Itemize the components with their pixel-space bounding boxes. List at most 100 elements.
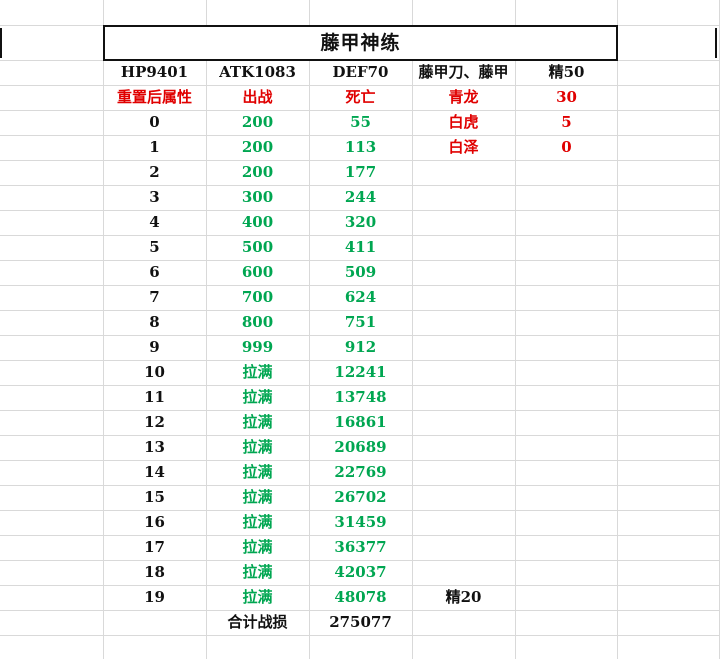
grid-line [0, 635, 720, 636]
battle-cell[interactable]: 拉满 [206, 485, 309, 510]
battle-cell[interactable]: 600 [206, 260, 309, 285]
death-cell[interactable]: 20689 [309, 435, 412, 460]
level-cell[interactable]: 3 [103, 185, 206, 210]
level-cell[interactable]: 11 [103, 385, 206, 410]
level-cell[interactable]: 6 [103, 260, 206, 285]
level-cell[interactable]: 10 [103, 360, 206, 385]
side-value-cell[interactable]: 0 [515, 135, 618, 160]
table-row: 17 拉满 36377 [0, 535, 720, 560]
total-value[interactable]: 275077 [309, 610, 412, 635]
table-row: 13 拉满 20689 [0, 435, 720, 460]
battle-cell[interactable]: 500 [206, 235, 309, 260]
level-cell[interactable]: 4 [103, 210, 206, 235]
level-cell[interactable]: 12 [103, 410, 206, 435]
battle-cell[interactable]: 拉满 [206, 460, 309, 485]
table-row: 16 拉满 31459 [0, 510, 720, 535]
death-cell[interactable]: 411 [309, 235, 412, 260]
table-row: 8 800 751 [0, 310, 720, 335]
death-cell[interactable]: 36377 [309, 535, 412, 560]
death-cell[interactable]: 751 [309, 310, 412, 335]
death-header[interactable]: 死亡 [309, 85, 412, 110]
total-row: 合计战损 275077 [0, 610, 720, 635]
battle-cell[interactable]: 拉满 [206, 535, 309, 560]
hp-cell[interactable]: HP9401 [103, 60, 206, 85]
total-label[interactable]: 合计战损 [206, 610, 309, 635]
level-cell[interactable]: 1 [103, 135, 206, 160]
battle-header[interactable]: 出战 [206, 85, 309, 110]
death-cell[interactable]: 244 [309, 185, 412, 210]
side-value-cell[interactable]: 5 [515, 110, 618, 135]
death-cell[interactable]: 12241 [309, 360, 412, 385]
level-cell[interactable]: 9 [103, 335, 206, 360]
death-cell[interactable]: 113 [309, 135, 412, 160]
table-row: 6 600 509 [0, 260, 720, 285]
level-cell[interactable]: 8 [103, 310, 206, 335]
jing-cell[interactable]: 精50 [515, 60, 618, 85]
battle-cell[interactable]: 拉满 [206, 410, 309, 435]
table-row: 3 300 244 [0, 185, 720, 210]
death-cell[interactable]: 320 [309, 210, 412, 235]
death-cell[interactable]: 177 [309, 160, 412, 185]
table-row: 1 200 113 白泽 0 [0, 135, 720, 160]
side-name-cell[interactable]: 青龙 [412, 85, 515, 110]
table-row: 12 拉满 16861 [0, 410, 720, 435]
death-cell[interactable]: 55 [309, 110, 412, 135]
battle-cell[interactable]: 200 [206, 135, 309, 160]
side-name-cell[interactable]: 白泽 [412, 135, 515, 160]
def-cell[interactable]: DEF70 [309, 60, 412, 85]
level-cell[interactable]: 16 [103, 510, 206, 535]
battle-cell[interactable]: 拉满 [206, 585, 309, 610]
table-row: 0 200 55 白虎 5 [0, 110, 720, 135]
death-cell[interactable]: 16861 [309, 410, 412, 435]
battle-cell[interactable]: 200 [206, 110, 309, 135]
border-edge [715, 28, 717, 58]
battle-cell[interactable]: 800 [206, 310, 309, 335]
battle-cell[interactable]: 拉满 [206, 510, 309, 535]
level-cell[interactable]: 14 [103, 460, 206, 485]
level-cell[interactable]: 15 [103, 485, 206, 510]
table-row: 11 拉满 13748 [0, 385, 720, 410]
death-cell[interactable]: 912 [309, 335, 412, 360]
death-cell[interactable]: 22769 [309, 460, 412, 485]
table-row: 5 500 411 [0, 235, 720, 260]
equip-cell[interactable]: 藤甲刀、藤甲 [412, 60, 515, 85]
sheet-title[interactable]: 藤甲神练 [103, 25, 618, 61]
level-cell[interactable]: 2 [103, 160, 206, 185]
battle-cell[interactable]: 300 [206, 185, 309, 210]
level-cell[interactable]: 7 [103, 285, 206, 310]
battle-cell[interactable]: 999 [206, 335, 309, 360]
battle-cell[interactable]: 拉满 [206, 435, 309, 460]
death-cell[interactable]: 26702 [309, 485, 412, 510]
level-cell[interactable]: 17 [103, 535, 206, 560]
table-row: 14 拉满 22769 [0, 460, 720, 485]
side-name-cell[interactable]: 白虎 [412, 110, 515, 135]
header-row: 重置后属性 出战 死亡 青龙 30 [0, 85, 720, 110]
battle-cell[interactable]: 拉满 [206, 560, 309, 585]
level-cell[interactable]: 13 [103, 435, 206, 460]
atk-cell[interactable]: ATK1083 [206, 60, 309, 85]
level-cell[interactable]: 5 [103, 235, 206, 260]
death-cell[interactable]: 509 [309, 260, 412, 285]
level-cell[interactable]: 18 [103, 560, 206, 585]
battle-cell[interactable]: 拉满 [206, 385, 309, 410]
death-cell[interactable]: 31459 [309, 510, 412, 535]
border-edge [0, 28, 2, 58]
side-value-cell[interactable]: 30 [515, 85, 618, 110]
level-cell[interactable]: 19 [103, 585, 206, 610]
spreadsheet-grid[interactable]: 藤甲神练 HP9401 ATK1083 DEF70 藤甲刀、藤甲 精50 重置后… [0, 0, 720, 659]
table-row: 2 200 177 [0, 160, 720, 185]
battle-cell[interactable]: 700 [206, 285, 309, 310]
table-row: 7 700 624 [0, 285, 720, 310]
level-header[interactable]: 重置后属性 [103, 85, 206, 110]
note-cell[interactable]: 精20 [412, 585, 515, 610]
stats-row: HP9401 ATK1083 DEF70 藤甲刀、藤甲 精50 [0, 60, 720, 85]
battle-cell[interactable]: 拉满 [206, 360, 309, 385]
death-cell[interactable]: 48078 [309, 585, 412, 610]
level-cell[interactable]: 0 [103, 110, 206, 135]
battle-cell[interactable]: 400 [206, 210, 309, 235]
death-cell[interactable]: 42037 [309, 560, 412, 585]
battle-cell[interactable]: 200 [206, 160, 309, 185]
death-cell[interactable]: 13748 [309, 385, 412, 410]
death-cell[interactable]: 624 [309, 285, 412, 310]
table-row: 4 400 320 [0, 210, 720, 235]
